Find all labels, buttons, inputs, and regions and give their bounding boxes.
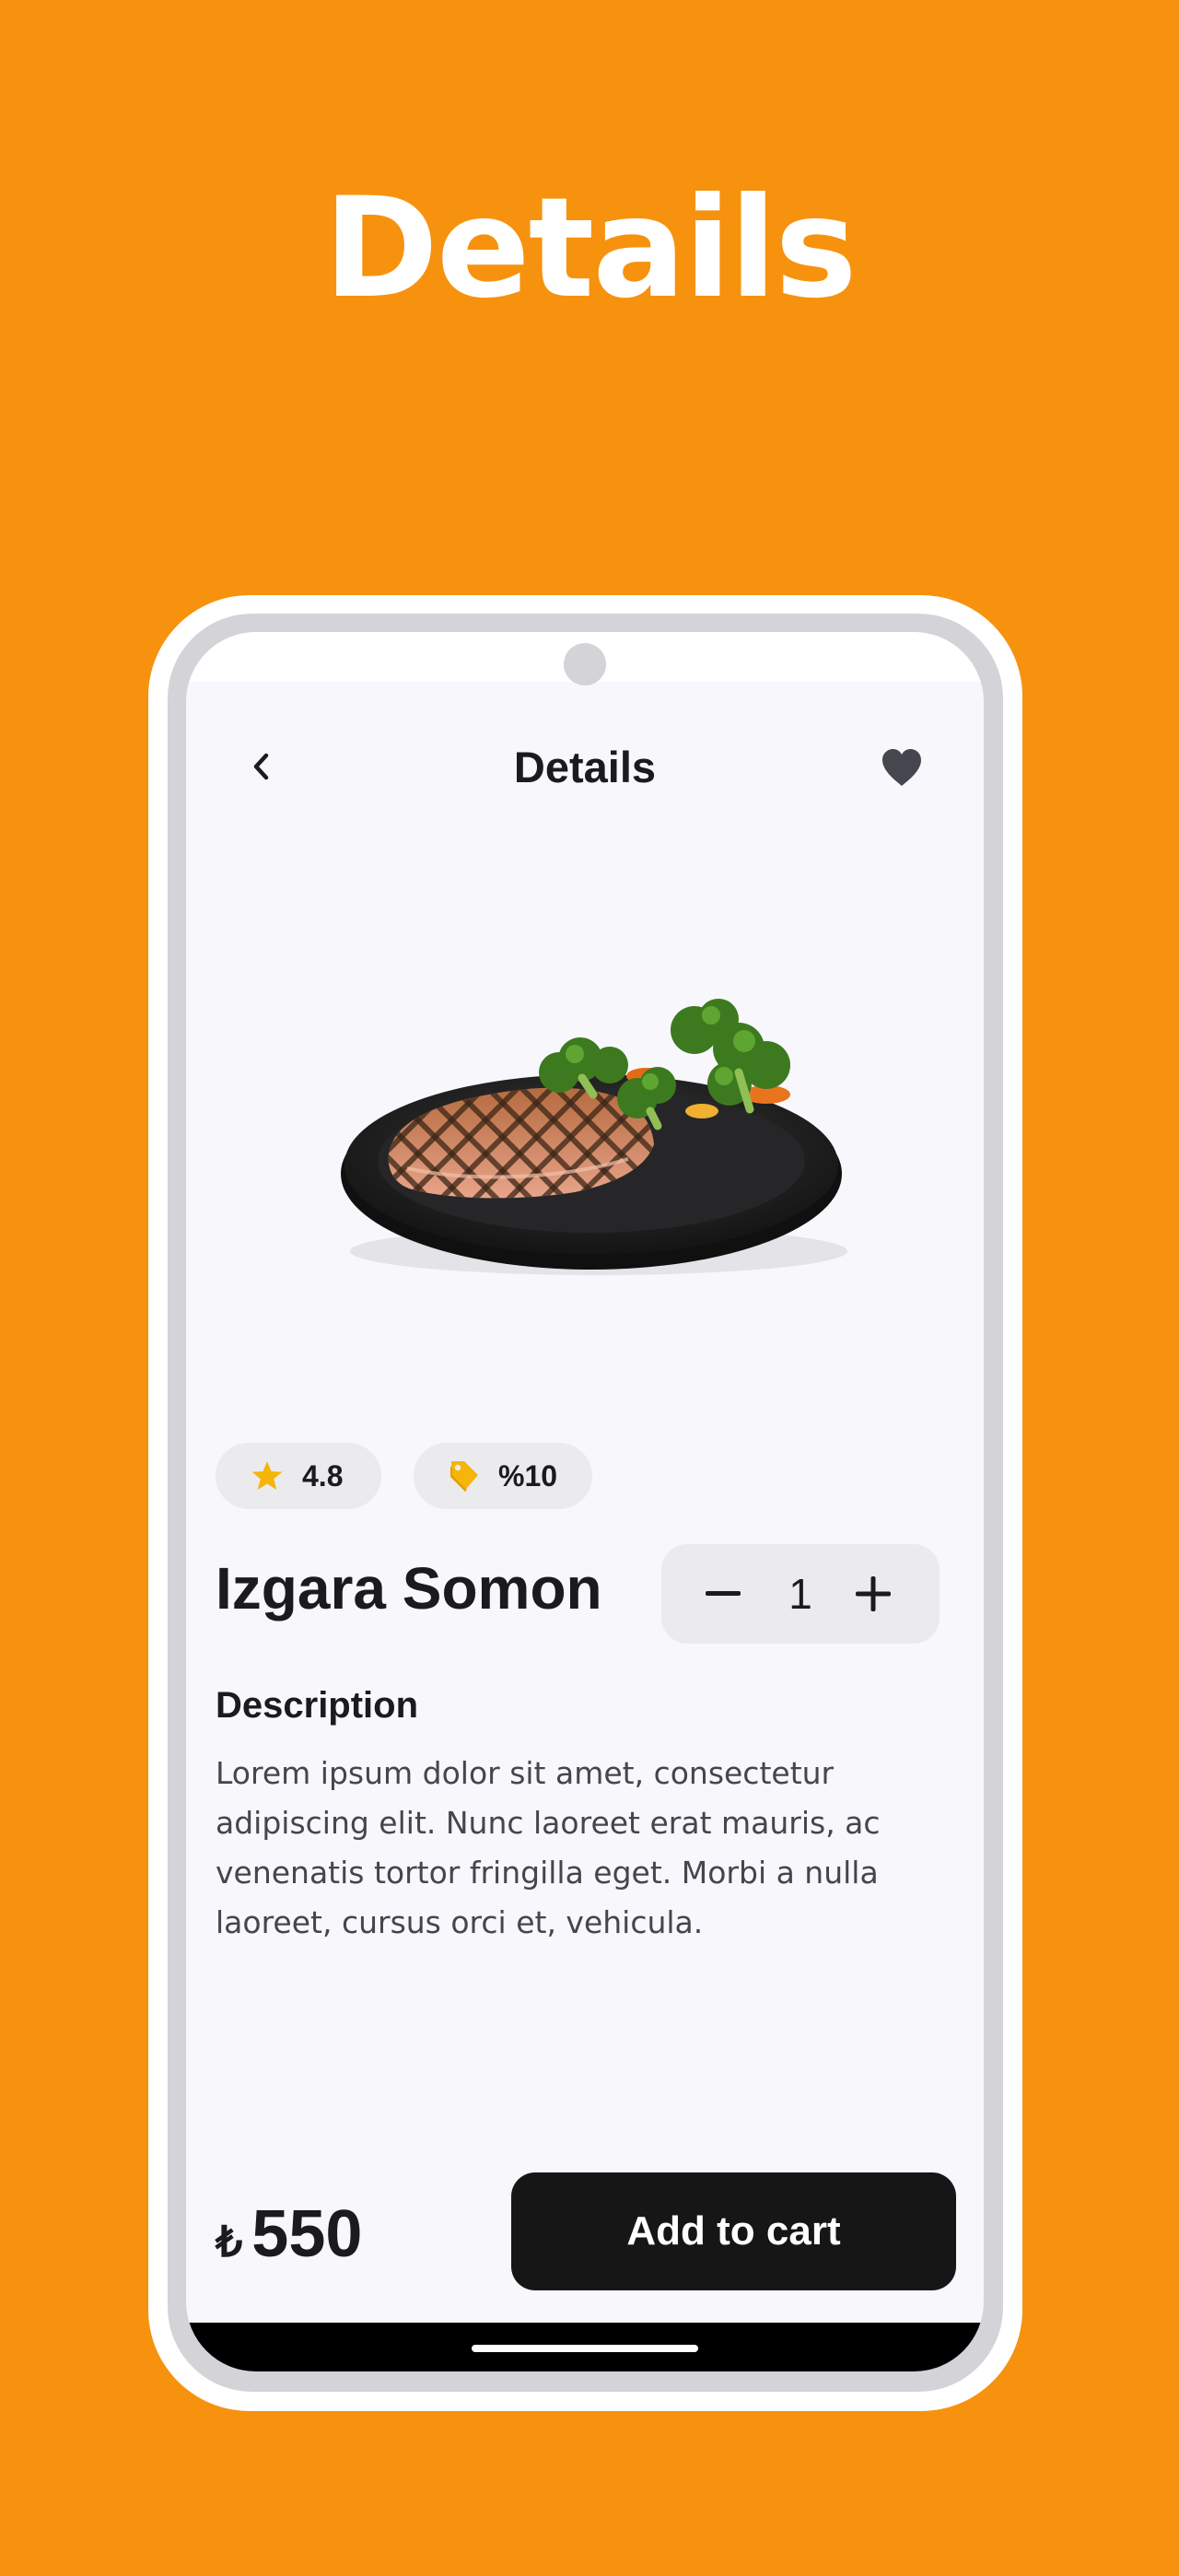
gesture-navigation-bar xyxy=(186,2323,984,2371)
screen-title: Details xyxy=(513,743,657,791)
favorite-button[interactable] xyxy=(879,745,925,790)
app-header: Details xyxy=(186,735,984,800)
description-title: Description xyxy=(216,1685,419,1726)
camera-cutout xyxy=(564,643,606,685)
chevron-left-icon xyxy=(253,753,269,780)
food-image xyxy=(341,999,847,1275)
discount-chip: %10 xyxy=(414,1443,592,1509)
phone-screen: Details 4.8 %10 Izgara Somon 1 Descripti… xyxy=(186,632,984,2371)
page-headline: Details xyxy=(323,169,857,329)
quantity-value: 1 xyxy=(788,1570,812,1618)
product-name: Izgara Somon xyxy=(216,1555,602,1622)
price-amount: 550 xyxy=(251,2197,363,2271)
increase-quantity-button[interactable] xyxy=(848,1569,898,1619)
plus-icon xyxy=(856,1576,891,1611)
back-button[interactable] xyxy=(241,746,282,787)
add-to-cart-button[interactable]: Add to cart xyxy=(511,2172,956,2290)
currency-symbol: ₺ xyxy=(216,2218,243,2266)
home-indicator[interactable] xyxy=(472,2345,698,2352)
rating-chip: 4.8 xyxy=(216,1443,381,1509)
price-tag-icon xyxy=(450,1461,478,1492)
star-icon xyxy=(251,1461,283,1490)
discount-value: %10 xyxy=(498,1458,558,1493)
decrease-quantity-button[interactable] xyxy=(698,1569,748,1619)
heart-icon xyxy=(882,749,921,786)
description-text: Lorem ipsum dolor sit amet, consectetur … xyxy=(216,1755,881,1940)
product-price: ₺ 550 xyxy=(216,2193,362,2276)
minus-icon xyxy=(706,1591,741,1596)
quantity-stepper: 1 xyxy=(661,1544,940,1644)
rating-value: 4.8 xyxy=(302,1458,344,1493)
